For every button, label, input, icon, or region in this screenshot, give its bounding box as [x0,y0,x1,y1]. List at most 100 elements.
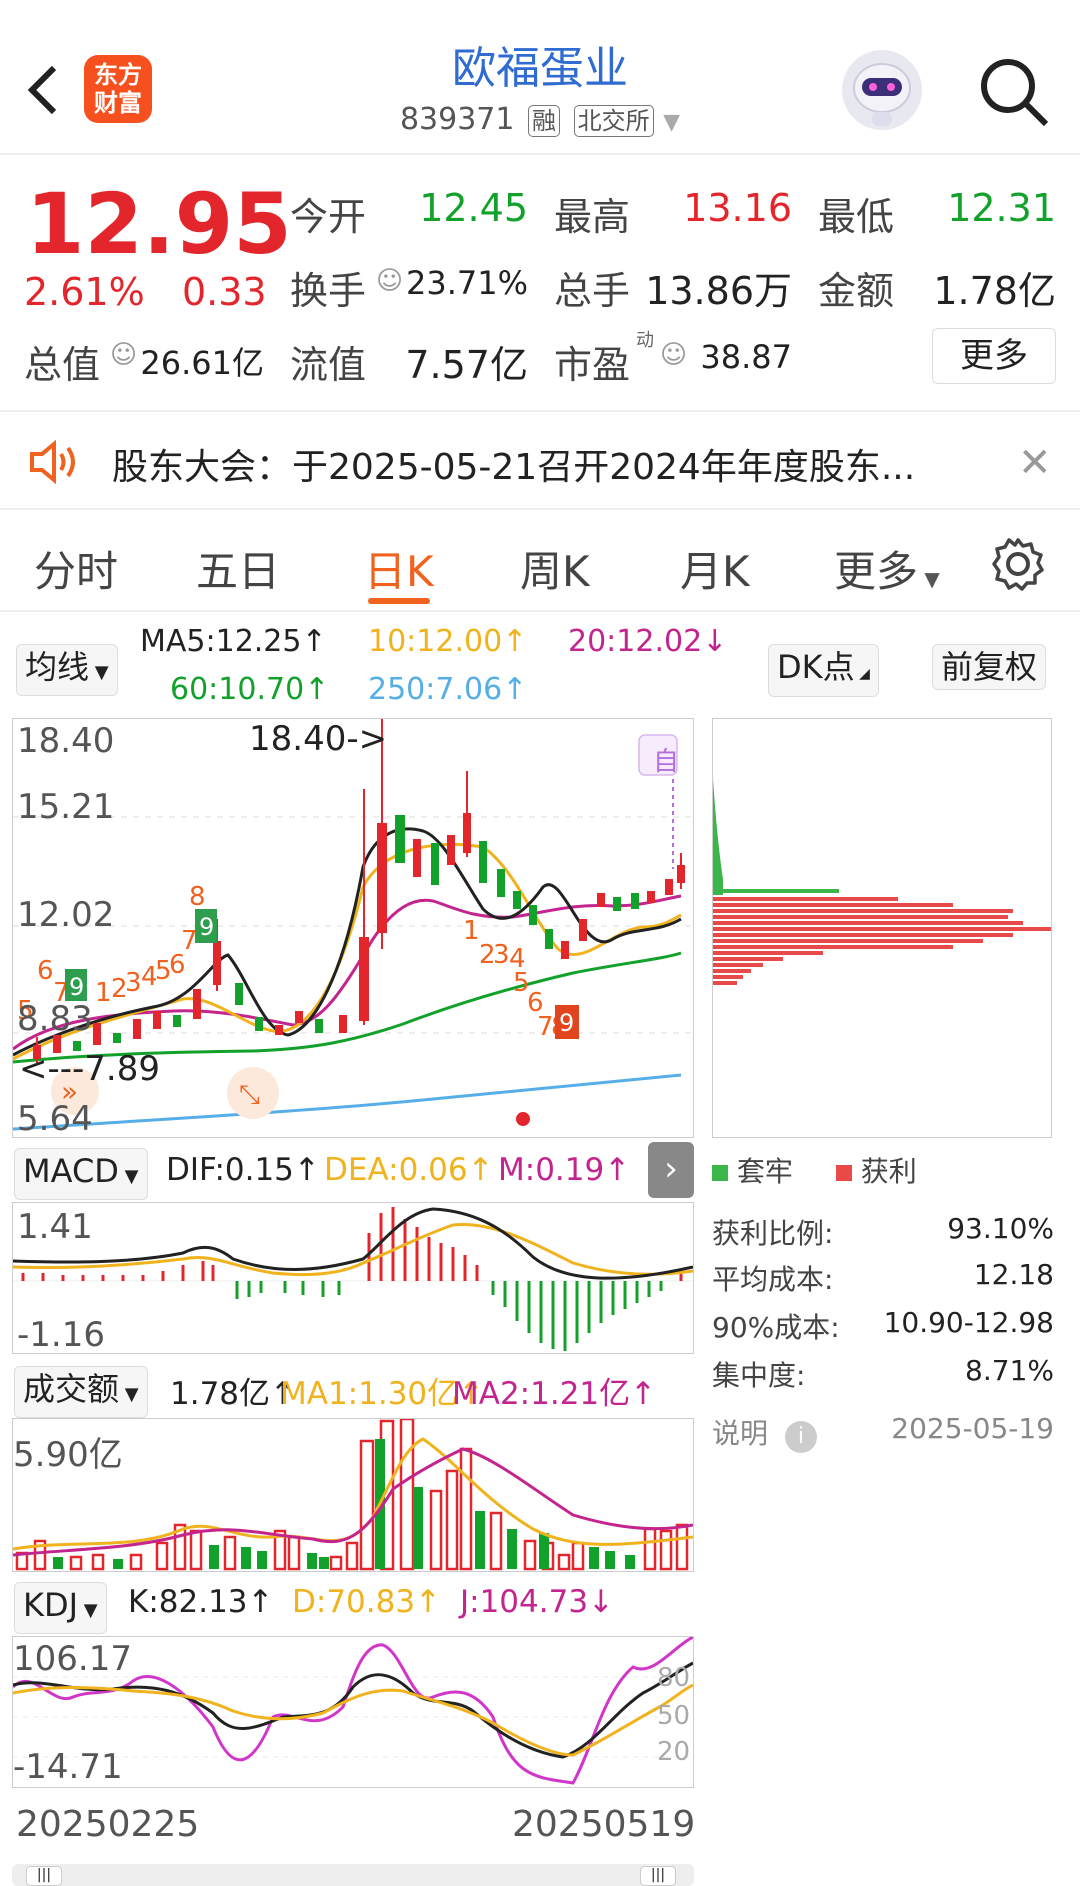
tab-intraday[interactable]: 分时 [34,538,118,599]
kdj-j: J:104.73↓ [460,1584,615,1620]
amount-value: 1.78亿 [933,269,1056,313]
info-icon: i [784,1421,817,1453]
price-adjust-selector[interactable]: 前复权 [932,644,1047,690]
pe-label: 市盈 [554,343,631,387]
svg-text:1: 1 [95,978,112,1008]
range-handle-left[interactable]: ||| [26,1866,62,1886]
macd-y-bottom: -1.16 [17,1315,105,1355]
svg-text:3: 3 [125,968,142,998]
concentration-value: 8.71% [965,1354,1054,1387]
ma60-value: 60:10.70↑ [170,672,330,707]
self-select-label: 自 [653,747,680,777]
margin-tag: 融 [528,105,561,137]
open-label: 今开 [290,195,367,239]
macd-chart[interactable]: 1.41 -1.16 [12,1202,694,1355]
float-value: 7.57亿 [405,343,528,387]
tab-weekly-k[interactable]: 周K [520,538,590,599]
tab-more[interactable]: 更多 ▼ [834,538,940,599]
info-circle-icon[interactable]: ☺ [110,340,137,370]
open-value: 12.45 [419,186,528,230]
volume-value: 13.86万 [645,269,792,313]
date-start: 20250225 [16,1804,200,1845]
candlestick-chart[interactable]: 567 123456 78 1234 5678 9 9 9 » ⤡ 18.40 … [12,718,694,1139]
tab-daily-k[interactable]: 日K [364,538,434,599]
active-tab-indicator [368,598,430,604]
profit-ratio-value: 93.10% [947,1212,1054,1245]
explain-link[interactable]: 说明 i [712,1412,817,1453]
nine-green-label: 9 [69,973,84,1001]
info-circle-icon[interactable]: ☺ [376,266,403,296]
float-label: 流值 [290,343,367,387]
high-label: 最高 [554,195,631,239]
low-label: 最低 [818,195,895,239]
amount-value: 1.78亿↑ [170,1376,296,1412]
chip-date: 2025-05-19 [891,1412,1054,1445]
nine-green-label: 9 [199,913,214,941]
kdj-80: 80 [657,1663,691,1693]
profit-swatch [835,1165,852,1181]
mktcap-value: 26.61亿 [140,344,264,382]
low-value: 12.31 [947,186,1056,230]
kdj-chart[interactable]: 106.17 -14.71 80 50 20 [11,1635,694,1788]
chevron-right-icon[interactable]: › [648,1142,694,1198]
amount-chart[interactable]: 5.90亿 [12,1417,694,1572]
stock-code: 839371 [399,102,515,137]
exchange-tag: 北交所 [573,105,654,137]
volume-label: 总手 [554,269,631,313]
macd-dea: DEA:0.06↑ [324,1152,494,1188]
tab-monthly-k[interactable]: 月K [680,538,750,599]
amount-label: 金额 [818,269,895,313]
date-range-scrollbar[interactable]: ||| ||| [12,1864,694,1886]
caret-down-icon: ▼ [89,662,109,683]
y-axis-mid2: 12.02 [17,895,115,935]
dropdown-caret-icon: ▼ [663,110,681,135]
chip-distribution-chart[interactable] [712,718,1052,1138]
search-icon[interactable] [976,54,1052,130]
cost90-label: 90%成本: [712,1311,840,1344]
trap-swatch [712,1165,728,1181]
kdj-y-top: 106.17 [13,1639,132,1679]
info-circle-icon[interactable]: ☺ [660,340,687,370]
svg-text:8: 8 [189,882,206,912]
ma5-value: MA5:12.25↑ [140,624,327,659]
kdj-selector[interactable]: KDJ ▼ [14,1582,107,1634]
tab-five-day[interactable]: 五日 [196,538,280,599]
macd-m: M:0.19↑ [498,1152,631,1188]
notice-bar[interactable]: 股东大会：于2025-05-21召开2024年年度股东... ✕ [0,410,1080,510]
kdj-20: 20 [657,1737,691,1767]
mktcap-label: 总值 [24,343,101,387]
macd-selector[interactable]: MACD ▼ [14,1148,148,1200]
amount-y-top: 5.90亿 [13,1435,123,1475]
ma10-value: 10:12.00↑ [368,624,528,659]
concentration-label: 集中度: [712,1359,806,1392]
corner-caret-icon: ◢ [854,666,870,682]
period-tabs: 分时 五日 日K 周K 月K 更多 ▼ [0,512,1080,612]
date-end: 20250519 [512,1804,696,1845]
settings-gear-icon[interactable] [990,536,1046,592]
nine-red-label: 9 [559,1009,574,1037]
ma-selector[interactable]: 均线 ▼ [16,644,118,696]
more-quote-button[interactable]: 更多 [932,328,1056,384]
svg-text:1: 1 [463,916,480,946]
robot-assistant-icon[interactable] [842,50,922,130]
range-handle-right[interactable]: ||| [640,1866,676,1886]
chip-legend: 套牢 获利 [712,1150,917,1190]
high-price-mark: 18.40-> [249,719,388,759]
cost90-value: 10.90-12.98 [883,1306,1054,1339]
kdj-50: 50 [657,1701,691,1731]
profit-ratio-label: 获利比例: [712,1217,834,1250]
change-amount: 0.33 [182,270,267,314]
high-value: 13.16 [683,186,792,230]
macd-svg [12,1207,694,1351]
kdj-k: K:82.13↑ [128,1584,274,1620]
amount-selector[interactable]: 成交额 ▼ [14,1366,148,1418]
turnover-label: 换手 [290,269,367,313]
change-percent: 2.61% [24,270,145,314]
close-icon[interactable]: ✕ [1018,440,1052,486]
y-axis-mid1: 15.21 [17,787,115,827]
caret-down-icon: ▼ [918,567,940,591]
chip-distribution-svg [713,779,1051,985]
ma20-value: 20:12.02↓ [568,624,728,659]
header: 东方 财富 欧福蛋业 839371 融 北交所 ▼ [0,0,1080,155]
dk-point-selector[interactable]: DK点 ◢ [768,644,879,697]
